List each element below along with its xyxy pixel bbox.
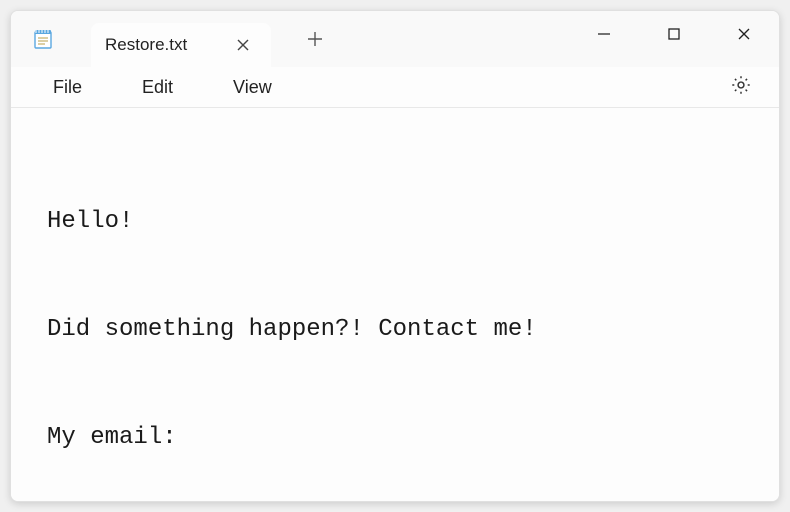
- new-tab-button[interactable]: [295, 19, 335, 59]
- notepad-window: Restore.txt: [10, 10, 780, 502]
- notepad-app-icon: [31, 27, 55, 51]
- tab-restore[interactable]: Restore.txt: [91, 23, 271, 67]
- close-window-button[interactable]: [709, 11, 779, 57]
- menu-view[interactable]: View: [209, 69, 296, 106]
- menu-file[interactable]: File: [29, 69, 106, 106]
- titlebar: Restore.txt: [11, 11, 779, 67]
- text-editor-area[interactable]: Hello! Did something happen?! Contact me…: [11, 108, 779, 502]
- editor-line: Did something happen?! Contact me!: [47, 312, 747, 348]
- tab-title: Restore.txt: [105, 35, 229, 55]
- close-tab-icon[interactable]: [229, 31, 257, 59]
- minimize-button[interactable]: [569, 11, 639, 57]
- window-controls: [569, 11, 779, 67]
- gear-icon: [730, 74, 752, 101]
- editor-line: My email:: [47, 420, 747, 456]
- editor-line: Hello!: [47, 204, 747, 240]
- menubar: File Edit View: [11, 67, 779, 108]
- maximize-button[interactable]: [639, 11, 709, 57]
- menu-edit[interactable]: Edit: [118, 69, 197, 106]
- settings-button[interactable]: [721, 67, 761, 107]
